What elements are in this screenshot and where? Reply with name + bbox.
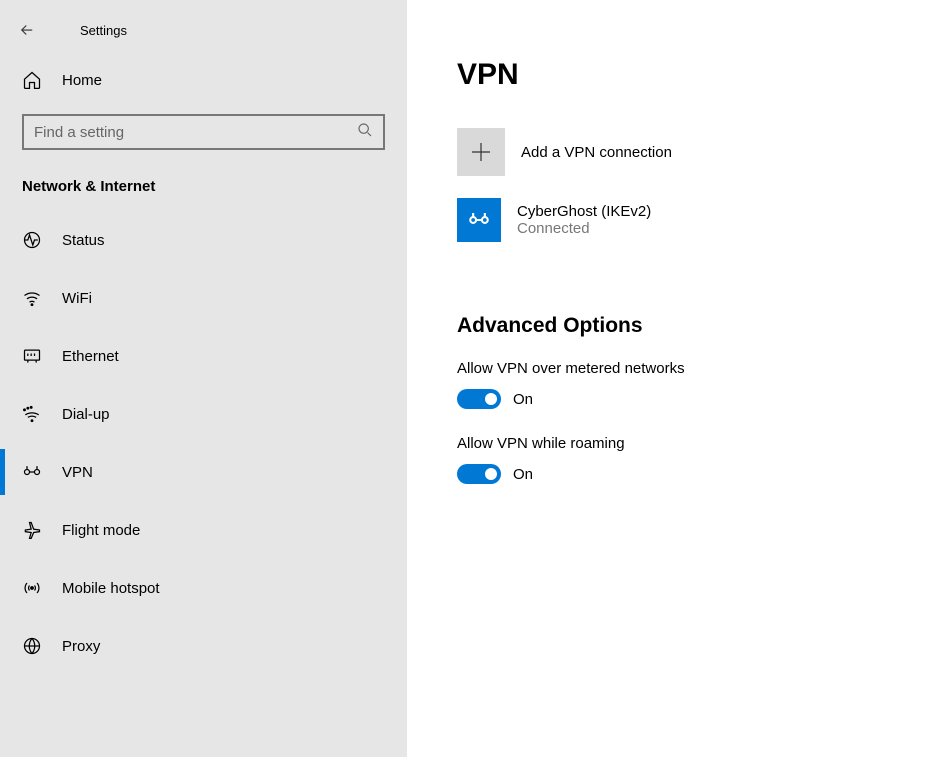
sidebar-item-vpn[interactable]: VPN	[0, 443, 407, 501]
toggle-state: On	[513, 391, 533, 408]
hotspot-icon	[22, 578, 50, 598]
toggle-knob	[485, 468, 497, 480]
option-roaming: Allow VPN while roaming On	[457, 435, 942, 484]
search-box[interactable]	[22, 114, 385, 150]
vpn-icon	[22, 462, 50, 482]
sidebar-item-label: VPN	[62, 464, 93, 481]
option-label: Allow VPN over metered networks	[457, 360, 942, 377]
plus-icon	[457, 128, 505, 176]
home-icon	[22, 70, 50, 90]
add-vpn-label: Add a VPN connection	[521, 144, 672, 161]
back-arrow-icon[interactable]	[18, 21, 48, 39]
dialup-icon	[22, 404, 50, 424]
sidebar-item-ethernet[interactable]: Ethernet	[0, 327, 407, 385]
option-label: Allow VPN while roaming	[457, 435, 942, 452]
toggle-metered[interactable]	[457, 389, 501, 409]
status-icon	[22, 230, 50, 250]
toggle-knob	[485, 393, 497, 405]
sidebar-item-label: WiFi	[62, 290, 92, 307]
sidebar-item-label: Proxy	[62, 638, 100, 655]
vpn-connection-item[interactable]: CyberGhost (IKEv2) Connected	[457, 198, 942, 242]
toggle-row: On	[457, 389, 942, 409]
section-title: Network & Internet	[0, 150, 407, 211]
advanced-options-title: Advanced Options	[457, 314, 942, 338]
sidebar-item-mobile-hotspot[interactable]: Mobile hotspot	[0, 559, 407, 617]
wifi-icon	[22, 288, 50, 308]
option-metered-networks: Allow VPN over metered networks On	[457, 360, 942, 409]
search-input[interactable]	[24, 116, 383, 148]
sidebar-home[interactable]: Home	[0, 50, 407, 100]
sidebar-header: Settings	[0, 10, 407, 50]
toggle-state: On	[513, 466, 533, 483]
search-wrap	[0, 100, 407, 150]
page-title: VPN	[457, 58, 942, 92]
sidebar-item-label: Dial-up	[62, 406, 110, 423]
vpn-connection-icon	[457, 198, 501, 242]
add-vpn-connection[interactable]: Add a VPN connection	[457, 128, 942, 176]
toggle-row: On	[457, 464, 942, 484]
sidebar-item-label: Mobile hotspot	[62, 580, 160, 597]
sidebar-item-flight-mode[interactable]: Flight mode	[0, 501, 407, 559]
airplane-icon	[22, 520, 50, 540]
sidebar-item-wifi[interactable]: WiFi	[0, 269, 407, 327]
toggle-roaming[interactable]	[457, 464, 501, 484]
home-label: Home	[62, 72, 102, 89]
sidebar-item-dialup[interactable]: Dial-up	[0, 385, 407, 443]
vpn-connection-name: CyberGhost (IKEv2)	[517, 203, 651, 220]
vpn-connection-status: Connected	[517, 220, 651, 237]
sidebar: Settings Home Network & Internet Status …	[0, 0, 407, 757]
ethernet-icon	[22, 346, 50, 366]
sidebar-item-label: Ethernet	[62, 348, 119, 365]
sidebar-item-label: Status	[62, 232, 105, 249]
sidebar-item-label: Flight mode	[62, 522, 140, 539]
sidebar-item-status[interactable]: Status	[0, 211, 407, 269]
vpn-connection-text: CyberGhost (IKEv2) Connected	[517, 203, 651, 237]
search-icon	[357, 122, 373, 143]
main-panel: VPN Add a VPN connection CyberGhost (IKE…	[407, 0, 942, 757]
proxy-icon	[22, 636, 50, 656]
sidebar-item-proxy[interactable]: Proxy	[0, 617, 407, 675]
window-title: Settings	[80, 23, 127, 38]
